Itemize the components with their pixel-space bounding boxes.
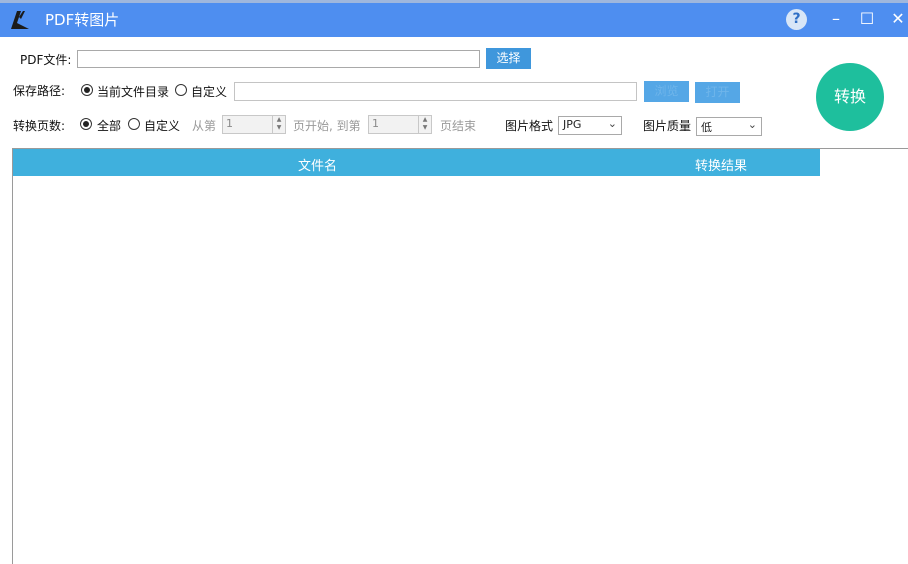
from-page-label: 从第 — [192, 119, 217, 133]
close-button[interactable]: ✕ — [887, 7, 908, 31]
image-quality-value: 低 — [701, 121, 712, 134]
browse-button[interactable]: 浏览 — [644, 81, 689, 102]
page-start-label: 页开始, 到第 — [293, 119, 361, 133]
pdf-file-input[interactable] — [77, 50, 480, 68]
help-icon[interactable]: ? — [786, 9, 807, 30]
convert-button[interactable]: 转换 — [816, 63, 884, 131]
radio-all-pages-label: 全部 — [97, 119, 122, 133]
file-table[interactable] — [12, 148, 908, 564]
from-page-value: 1 — [226, 117, 233, 130]
image-format-select[interactable]: JPG ⌄ — [558, 116, 622, 135]
to-page-spinner[interactable]: 1 ▲ ▼ — [368, 115, 432, 134]
radio-all-pages[interactable] — [80, 118, 92, 130]
window-title: PDF转图片 — [45, 11, 120, 29]
title-bar: PDF转图片 ? – ☐ ✕ — [0, 0, 908, 37]
spinner-arrows-icon[interactable]: ▲ ▼ — [418, 116, 431, 133]
save-path-label: 保存路径: — [13, 84, 66, 98]
pages-label: 转换页数: — [13, 119, 66, 133]
image-format-label: 图片格式 — [505, 119, 554, 133]
image-quality-select[interactable]: 低 ⌄ — [696, 117, 762, 136]
radio-custom-pages-label: 自定义 — [144, 119, 181, 133]
chevron-down-icon: ⌄ — [607, 117, 617, 130]
minimize-button[interactable]: – — [825, 7, 847, 31]
pdf-logo-icon — [11, 11, 29, 29]
chevron-down-icon: ⌄ — [747, 118, 757, 131]
save-path-input[interactable] — [234, 82, 637, 101]
select-pdf-button[interactable]: 选择 — [486, 48, 531, 69]
table-header: 文件名 转换结果 — [13, 149, 820, 176]
column-header-filename[interactable]: 文件名 — [298, 155, 337, 174]
page-end-label: 页结束 — [440, 119, 477, 133]
radio-custom-dir-label: 自定义 — [191, 85, 228, 99]
to-page-value: 1 — [372, 117, 379, 130]
open-folder-button[interactable]: 打开 — [695, 82, 740, 103]
title-strip — [0, 0, 908, 3]
radio-custom-pages[interactable] — [128, 118, 140, 130]
column-header-result[interactable]: 转换结果 — [695, 155, 747, 174]
maximize-button[interactable]: ☐ — [856, 7, 878, 31]
radio-current-dir[interactable] — [81, 84, 93, 96]
from-page-spinner[interactable]: 1 ▲ ▼ — [222, 115, 286, 134]
image-format-value: JPG — [563, 118, 582, 131]
radio-current-dir-label: 当前文件目录 — [97, 85, 170, 99]
spinner-arrows-icon[interactable]: ▲ ▼ — [272, 116, 285, 133]
image-quality-label: 图片质量 — [643, 119, 692, 133]
pdf-file-label: PDF文件: — [20, 53, 72, 67]
radio-custom-dir[interactable] — [175, 84, 187, 96]
